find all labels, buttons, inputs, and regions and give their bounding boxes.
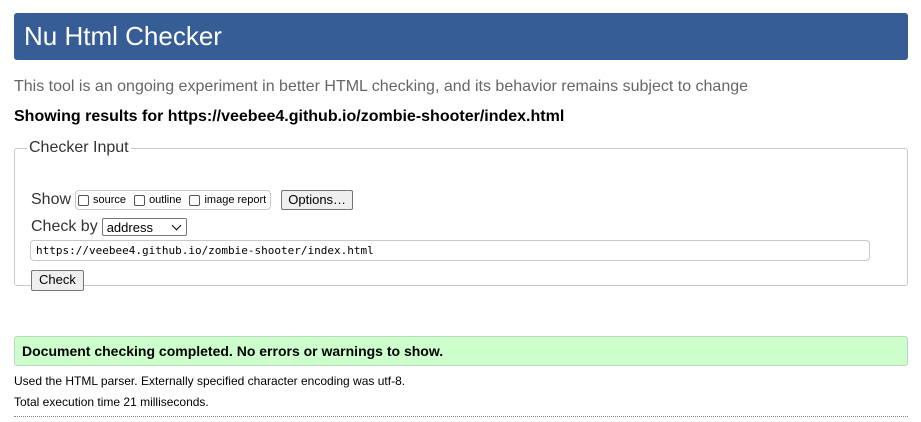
outline-checkbox-label: outline [149,194,182,206]
show-outline-option[interactable]: outline [134,194,181,206]
chevron-down-icon [171,220,182,230]
parser-details: Used the HTML parser. Externally specifi… [14,374,406,388]
url-input[interactable]: https://veebee4.github.io/zombie-shooter… [30,240,870,261]
check-by-label: Check by [31,218,98,235]
options-button[interactable]: Options… [281,190,354,210]
show-options-group: source outline image report [75,190,272,210]
check-by-selected-value: address [106,219,153,235]
source-checkbox[interactable] [78,194,90,206]
outline-checkbox[interactable] [134,194,146,206]
checker-input-fieldset: Checker Input Show source outline image … [14,139,908,291]
checker-input-legend: Checker Input [29,139,129,156]
tagline: This tool is an ongoing experiment in be… [14,78,749,95]
show-image-report-option[interactable]: image report [189,194,266,206]
image-report-checkbox[interactable] [189,194,201,206]
check-button[interactable]: Check [31,270,84,291]
source-checkbox-label: source [93,194,127,206]
show-label: Show [31,191,72,208]
show-options-row: Show source outline image report Options… [31,189,354,211]
showing-results-heading: Showing results for https://veebee4.gith… [14,108,565,125]
success-message: Document checking completed. No errors o… [14,336,908,366]
check-by-select[interactable]: address [101,218,187,236]
dotted-divider [14,416,908,417]
page-title: Nu Html Checker [24,21,222,51]
page-header: Nu Html Checker [14,13,908,60]
execution-time: Total execution time 21 milliseconds. [14,395,209,409]
check-by-row: Check by address [31,218,187,236]
show-source-option[interactable]: source [78,194,126,206]
image-report-checkbox-label: image report [204,194,267,206]
